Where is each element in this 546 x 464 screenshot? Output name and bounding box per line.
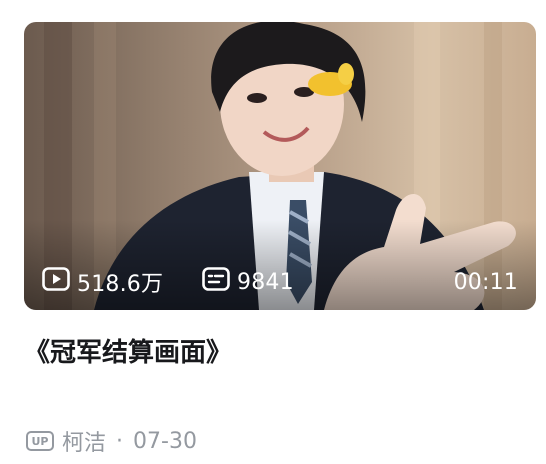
up-badge-icon: UP: [26, 431, 54, 451]
publish-date: 07-30: [133, 428, 197, 454]
uploader-name[interactable]: 柯洁: [62, 425, 106, 457]
video-duration: 00:11: [453, 269, 518, 295]
danmaku-count: 9841: [202, 266, 294, 298]
view-count-text: 518.6万: [77, 272, 164, 297]
view-count: 518.6万: [42, 266, 163, 298]
danmaku-icon: [202, 267, 230, 297]
meta-separator: ·: [116, 428, 124, 454]
play-count-icon: [42, 267, 70, 297]
danmaku-count-text: 9841: [237, 269, 294, 295]
video-card[interactable]: 518.6万 9841 00:11 《冠军结算画面》 UP 柯洁 · 07-30: [0, 0, 546, 464]
video-title[interactable]: 《冠军结算画面》: [24, 333, 524, 373]
video-meta: UP 柯洁 · 07-30: [26, 424, 197, 458]
